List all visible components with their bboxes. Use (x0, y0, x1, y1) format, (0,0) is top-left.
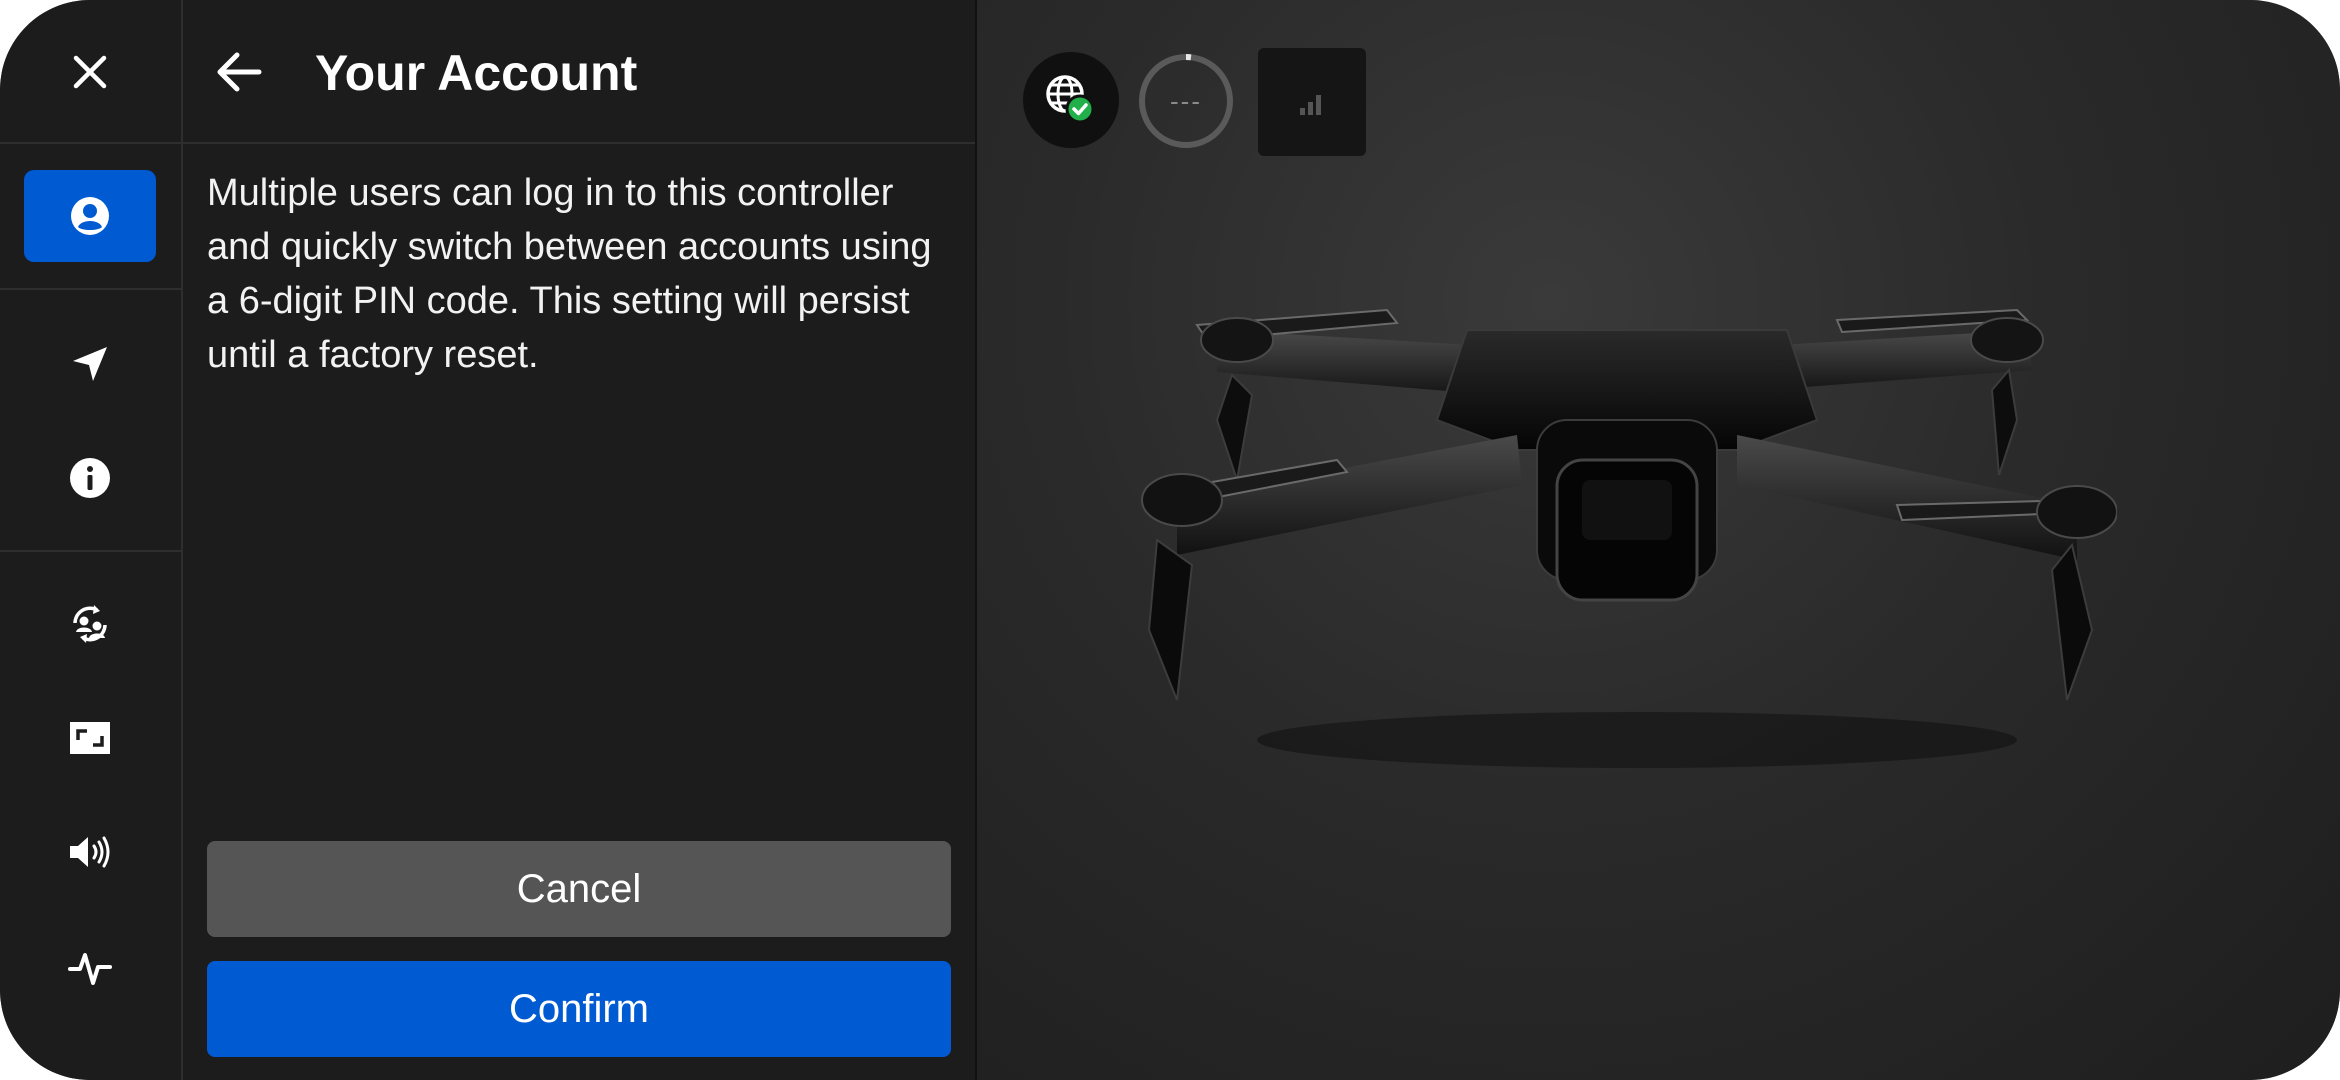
navigation-arrow-icon (73, 347, 107, 381)
account-icon (71, 197, 109, 235)
panel-header: Your Account (183, 0, 975, 144)
divider (0, 288, 181, 290)
sidebar-rail (0, 0, 183, 1080)
page-title: Your Account (315, 45, 638, 101)
aspect-ratio-icon (70, 722, 110, 754)
divider (0, 142, 181, 144)
speaker-icon (70, 836, 110, 868)
close-button[interactable] (24, 26, 156, 118)
signal-bars-icon (1300, 95, 1321, 115)
drone-viewport: --- (977, 0, 2340, 1080)
battery-level: --- (1170, 85, 1202, 116)
switch-user-icon (73, 605, 107, 643)
account-description: Multiple users can log in to this contro… (207, 172, 932, 376)
close-icon (73, 55, 107, 89)
divider (0, 550, 181, 552)
globe-check-icon (1046, 75, 1095, 124)
back-button[interactable] (203, 36, 275, 108)
sidebar-item-account[interactable] (24, 170, 156, 262)
sidebar-item-display[interactable] (24, 692, 156, 784)
drone-image (1141, 308, 2117, 768)
sidebar-item-navigation[interactable] (24, 318, 156, 410)
app-screen: Your Account Multiple users can log in t… (0, 0, 2340, 1080)
activity-pulse-icon (68, 953, 112, 985)
info-icon (70, 458, 110, 498)
cancel-button[interactable]: Cancel (207, 841, 951, 937)
confirm-button[interactable]: Confirm (207, 961, 951, 1057)
sidebar-item-sound[interactable] (24, 806, 156, 898)
network-status[interactable] (1023, 52, 1119, 148)
arrow-left-icon (217, 52, 262, 92)
sidebar-item-info[interactable] (24, 432, 156, 524)
account-panel: Your Account Multiple users can log in t… (183, 0, 975, 1080)
signal-status[interactable] (1258, 48, 1366, 156)
sidebar-item-diagnostics[interactable] (24, 922, 156, 1014)
sidebar-item-switch-user[interactable] (24, 578, 156, 670)
